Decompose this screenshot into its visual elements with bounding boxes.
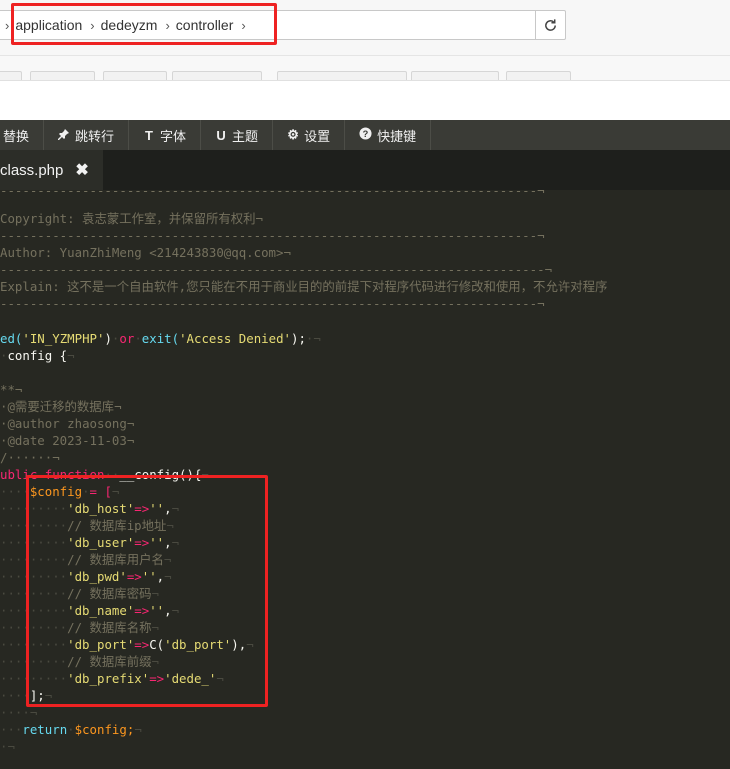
doc-date: @date 2023-11-03 — [7, 433, 127, 448]
pin-icon — [58, 128, 70, 143]
address-bar-area: › application › dedeyzm › controller › — [0, 0, 730, 55]
doc-title: @需要迁移的数据库 — [7, 399, 115, 414]
code-token: 'IN_YZMPHP' — [22, 331, 105, 346]
comment-copyright: Copyright: 袁志蒙工作室，并保留所有权利 — [0, 211, 256, 226]
editor-menu-bar: 替换 跳转行 T 字体 U 主题 ⚙ 设置 ? 快捷键 — [0, 120, 730, 150]
refresh-button[interactable] — [535, 11, 565, 39]
svg-text:?: ? — [363, 129, 369, 139]
menu-replace-label: 替换 — [3, 128, 30, 144]
code-line: /······¬ — [0, 450, 60, 465]
code-line: **¬ — [0, 382, 23, 397]
menu-shortcuts-label: 快捷键 — [377, 128, 417, 144]
code-token: ); — [291, 331, 306, 346]
code-token: ed( — [0, 331, 23, 346]
code-token: or — [119, 331, 135, 346]
code-line: ·@date 2023-11-03¬ — [0, 433, 135, 448]
code-token: exit( — [141, 331, 180, 346]
code-line: ----------------------------------------… — [0, 262, 553, 277]
close-icon[interactable]: ✖ — [75, 160, 88, 180]
code-line: Author: YuanZhiMeng <214243830@qq.com>¬ — [0, 245, 291, 260]
code-line: ···return·$config;¬ — [0, 722, 142, 737]
annotation-highlight-box — [11, 3, 277, 45]
theme-icon: U — [216, 127, 226, 143]
menu-replace[interactable]: 替换 — [0, 120, 45, 150]
code-line: Copyright: 袁志蒙工作室，并保留所有权利¬ — [0, 211, 263, 226]
menu-font[interactable]: T 字体 — [129, 120, 202, 150]
menu-goto-line-label: 跳转行 — [75, 128, 115, 144]
file-tab-bar: class.php ✖ — [0, 150, 730, 190]
menu-settings[interactable]: ⚙ 设置 — [273, 120, 346, 150]
code-line: Explain: 这不是一个自由软件,您只能在不用于商业目的的前提下对程序代码进… — [0, 278, 607, 295]
menu-settings-label: 设置 — [304, 128, 331, 144]
code-line: ·¬ — [0, 739, 15, 754]
comment-explain: Explain: 这不是一个自由软件,您只能在不用于商业目的的前提下对程序代码进… — [0, 279, 608, 294]
menu-goto-line[interactable]: 跳转行 — [44, 120, 130, 150]
code-token: 'Access Denied' — [179, 331, 291, 346]
file-tab[interactable]: class.php ✖ — [0, 150, 103, 190]
code-editor[interactable]: ----------------------------------------… — [0, 190, 730, 769]
chevron-right-icon: › — [5, 17, 10, 33]
toolbar-strip — [0, 55, 730, 121]
code-line: ·@author zhaosong¬ — [0, 416, 135, 431]
code-line: ·@需要迁移的数据库¬ — [0, 399, 122, 414]
code-line: ----------------------------------------… — [0, 190, 545, 198]
refresh-icon — [545, 18, 556, 31]
font-icon: T — [145, 127, 153, 143]
code-line: ----------------------------------------… — [0, 296, 545, 311]
menu-theme[interactable]: U 主题 — [201, 120, 274, 150]
gear-icon: ⚙ — [287, 127, 299, 142]
code-token: config { — [7, 348, 68, 363]
code-token: return — [22, 722, 68, 737]
menu-shortcuts[interactable]: ? 快捷键 — [345, 120, 432, 150]
comment-author: Author: YuanZhiMeng <214243830@qq.com> — [0, 245, 284, 260]
code-token: $config; — [74, 722, 135, 737]
code-line-define: ed('IN_YZMPHP')·or·exit('Access Denied')… — [0, 331, 321, 346]
help-icon: ? — [359, 127, 372, 143]
doc-author: @author zhaosong — [7, 416, 127, 431]
annotation-highlight-box — [26, 475, 268, 707]
toolbar-panel — [0, 81, 730, 121]
code-line-class: ·config {¬ — [0, 348, 75, 363]
file-tab-name: class.php — [0, 161, 64, 179]
menu-font-label: 字体 — [160, 128, 187, 144]
menu-theme-label: 主题 — [232, 128, 259, 144]
code-line: ----------------------------------------… — [0, 228, 545, 243]
